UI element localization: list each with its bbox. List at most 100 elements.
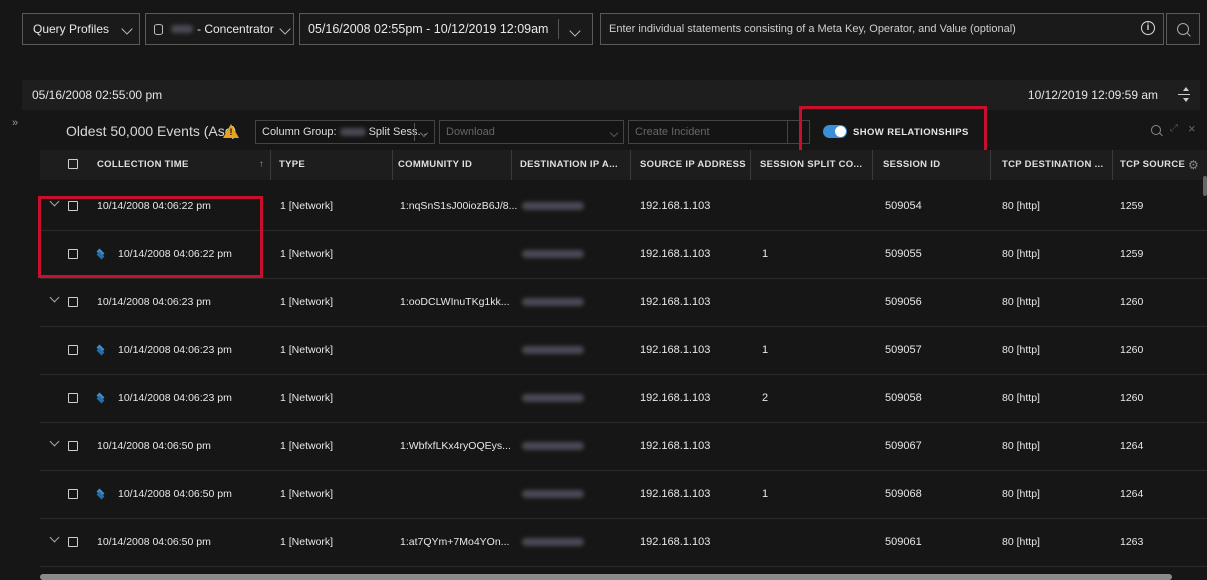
cell-community-id: 1:ooDCLWInuTKg1kk... [400,296,510,308]
cell-session-id: 509061 [885,536,922,548]
time-bar-end: 10/12/2019 12:09:59 am [1027,88,1158,102]
cell-source-ip: 192.168.1.103 [640,248,711,260]
chevron-down-icon [569,24,581,38]
cell-source-ip: 192.168.1.103 [640,440,711,452]
column-header-session-id[interactable]: SESSION ID [883,150,940,180]
cell-destination-ip-redacted [522,375,584,422]
highlight-related-sessions [38,196,263,278]
cell-tcp-destination: 80 [http] [1002,248,1040,260]
cell-tcp-source: 1260 [1120,344,1144,356]
expand-row-icon[interactable] [49,532,60,543]
info-icon[interactable]: i [1141,21,1155,35]
column-group-select[interactable]: Column Group: Split Sess... [255,120,435,144]
expand-row-icon[interactable] [49,436,60,447]
chevron-down-icon [419,127,429,139]
cell-tcp-destination: 80 [http] [1002,392,1040,404]
create-incident-button[interactable]: Create Incident [628,120,810,144]
cell-session-split: 1 [762,344,769,356]
column-header-type[interactable]: TYPE [279,150,305,180]
vertical-scrollbar[interactable] [1203,176,1207,196]
table-row[interactable]: 10/14/2008 04:06:50 pm 1 [Network] 1:Wbfxf… [40,423,1207,471]
expand-timeline-icon[interactable] [1178,87,1190,103]
service-selector[interactable]: - Concentrator [145,13,294,45]
cell-tcp-destination: 80 [http] [1002,200,1040,212]
table-row[interactable]: 10/14/2008 04:06:23 pm 1 [Network] 1:ooDCL… [40,279,1207,327]
cell-collection-time: 10/14/2008 04:06:23 pm [118,392,232,404]
cell-tcp-destination: 80 [http] [1002,488,1040,500]
cell-session-id: 509054 [885,200,922,212]
cell-session-split: 2 [762,392,769,404]
cell-community-id: 1:at7QYm+7Mo4YOn... [400,536,510,548]
table-row[interactable]: 10/14/2008 04:06:50 pm 1 [Network] 1:at7QY… [40,519,1207,567]
column-header-tcp-destination[interactable]: TCP DESTINATION ... [1002,150,1103,180]
close-icon[interactable]: × [1188,121,1196,136]
row-checkbox[interactable] [68,297,78,307]
column-header-destination-ip[interactable]: DESTINATION IP A... [520,150,618,180]
horizontal-scrollbar[interactable] [40,574,1172,580]
row-checkbox[interactable] [68,393,78,403]
cell-community-id: 1:WbfxfLKx4ryOQEys... [400,440,511,452]
cell-tcp-source: 1259 [1120,200,1144,212]
cell-session-id: 509068 [885,488,922,500]
split-session-icon [96,488,106,500]
cell-destination-ip-redacted [522,327,584,374]
column-settings-icon[interactable]: ⚙ [1188,150,1199,180]
chevron-down-icon [279,22,291,36]
cell-type: 1 [Network] [280,392,334,404]
download-label: Download [446,126,495,138]
cell-tcp-source: 1260 [1120,392,1144,404]
expand-icon[interactable]: ⤢ [1170,123,1178,134]
cell-session-id: 509055 [885,248,922,260]
search-icon [1177,23,1191,37]
cell-tcp-source: 1263 [1120,536,1144,548]
search-events-icon[interactable] [1151,125,1163,137]
row-checkbox[interactable] [68,441,78,451]
cell-session-id: 509067 [885,440,922,452]
table-row[interactable]: 10/14/2008 04:06:50 pm 1 [Network] 192.168… [40,471,1207,519]
time-range-selector[interactable]: 05/16/2008 02:55pm - 10/12/2019 12:09am [299,13,593,45]
cell-collection-time: 10/14/2008 04:06:23 pm [97,296,211,308]
table-row[interactable]: 10/14/2008 04:06:23 pm 1 [Network] 192.168… [40,375,1207,423]
cell-session-id: 509058 [885,392,922,404]
chevron-down-icon [121,22,133,36]
service-name-redacted [171,25,193,33]
table-header: COLLECTION TIME ↑ TYPE COMMUNITY ID DEST… [40,150,1207,180]
time-bar-start: 05/16/2008 02:55:00 pm [32,88,163,102]
sort-asc-icon[interactable]: ↑ [259,150,264,180]
cell-session-id: 509057 [885,344,922,356]
cell-type: 1 [Network] [280,248,334,260]
split-session-icon [96,392,106,404]
download-select[interactable]: Download [439,120,624,144]
column-group-value: Split Sess... [368,126,427,138]
cell-collection-time: 10/14/2008 04:06:50 pm [97,440,211,452]
cell-source-ip: 192.168.1.103 [640,344,711,356]
cell-destination-ip-redacted [522,231,584,278]
row-checkbox[interactable] [68,537,78,547]
cell-tcp-source: 1259 [1120,248,1144,260]
cell-tcp-source: 1264 [1120,440,1144,452]
search-button[interactable] [1166,13,1200,45]
column-header-source-ip[interactable]: SOURCE IP ADDRESS [640,150,746,180]
cell-session-split: 1 [762,488,769,500]
cell-type: 1 [Network] [280,536,334,548]
query-input[interactable]: Enter individual statements consisting o… [600,13,1164,45]
cell-destination-ip-redacted [522,471,584,518]
cell-source-ip: 192.168.1.103 [640,536,711,548]
column-header-session-split[interactable]: SESSION SPLIT CO... [760,150,862,180]
row-checkbox[interactable] [68,345,78,355]
column-header-community-id[interactable]: COMMUNITY ID [398,150,472,180]
expand-row-icon[interactable] [49,292,60,303]
column-header-tcp-source[interactable]: TCP SOURCE [1120,150,1185,180]
expand-sidebar-icon[interactable]: » [12,117,18,129]
select-all-checkbox[interactable] [68,159,78,169]
time-bar: 05/16/2008 02:55:00 pm 10/12/2019 12:09:… [22,80,1200,110]
column-header-collection-time[interactable]: COLLECTION TIME [97,150,189,180]
table-row[interactable]: 10/14/2008 04:06:23 pm 1 [Network] 192.168… [40,327,1207,375]
time-range-value: 05/16/2008 02:55pm - 10/12/2019 12:09am [308,22,549,36]
warning-icon[interactable]: ! [223,124,239,138]
row-checkbox[interactable] [68,489,78,499]
cell-tcp-destination: 80 [http] [1002,440,1040,452]
events-title: Oldest 50,000 Events (Asc) [66,123,237,139]
chevron-down-icon [609,127,619,139]
query-profiles-dropdown[interactable]: Query Profiles [22,13,140,45]
